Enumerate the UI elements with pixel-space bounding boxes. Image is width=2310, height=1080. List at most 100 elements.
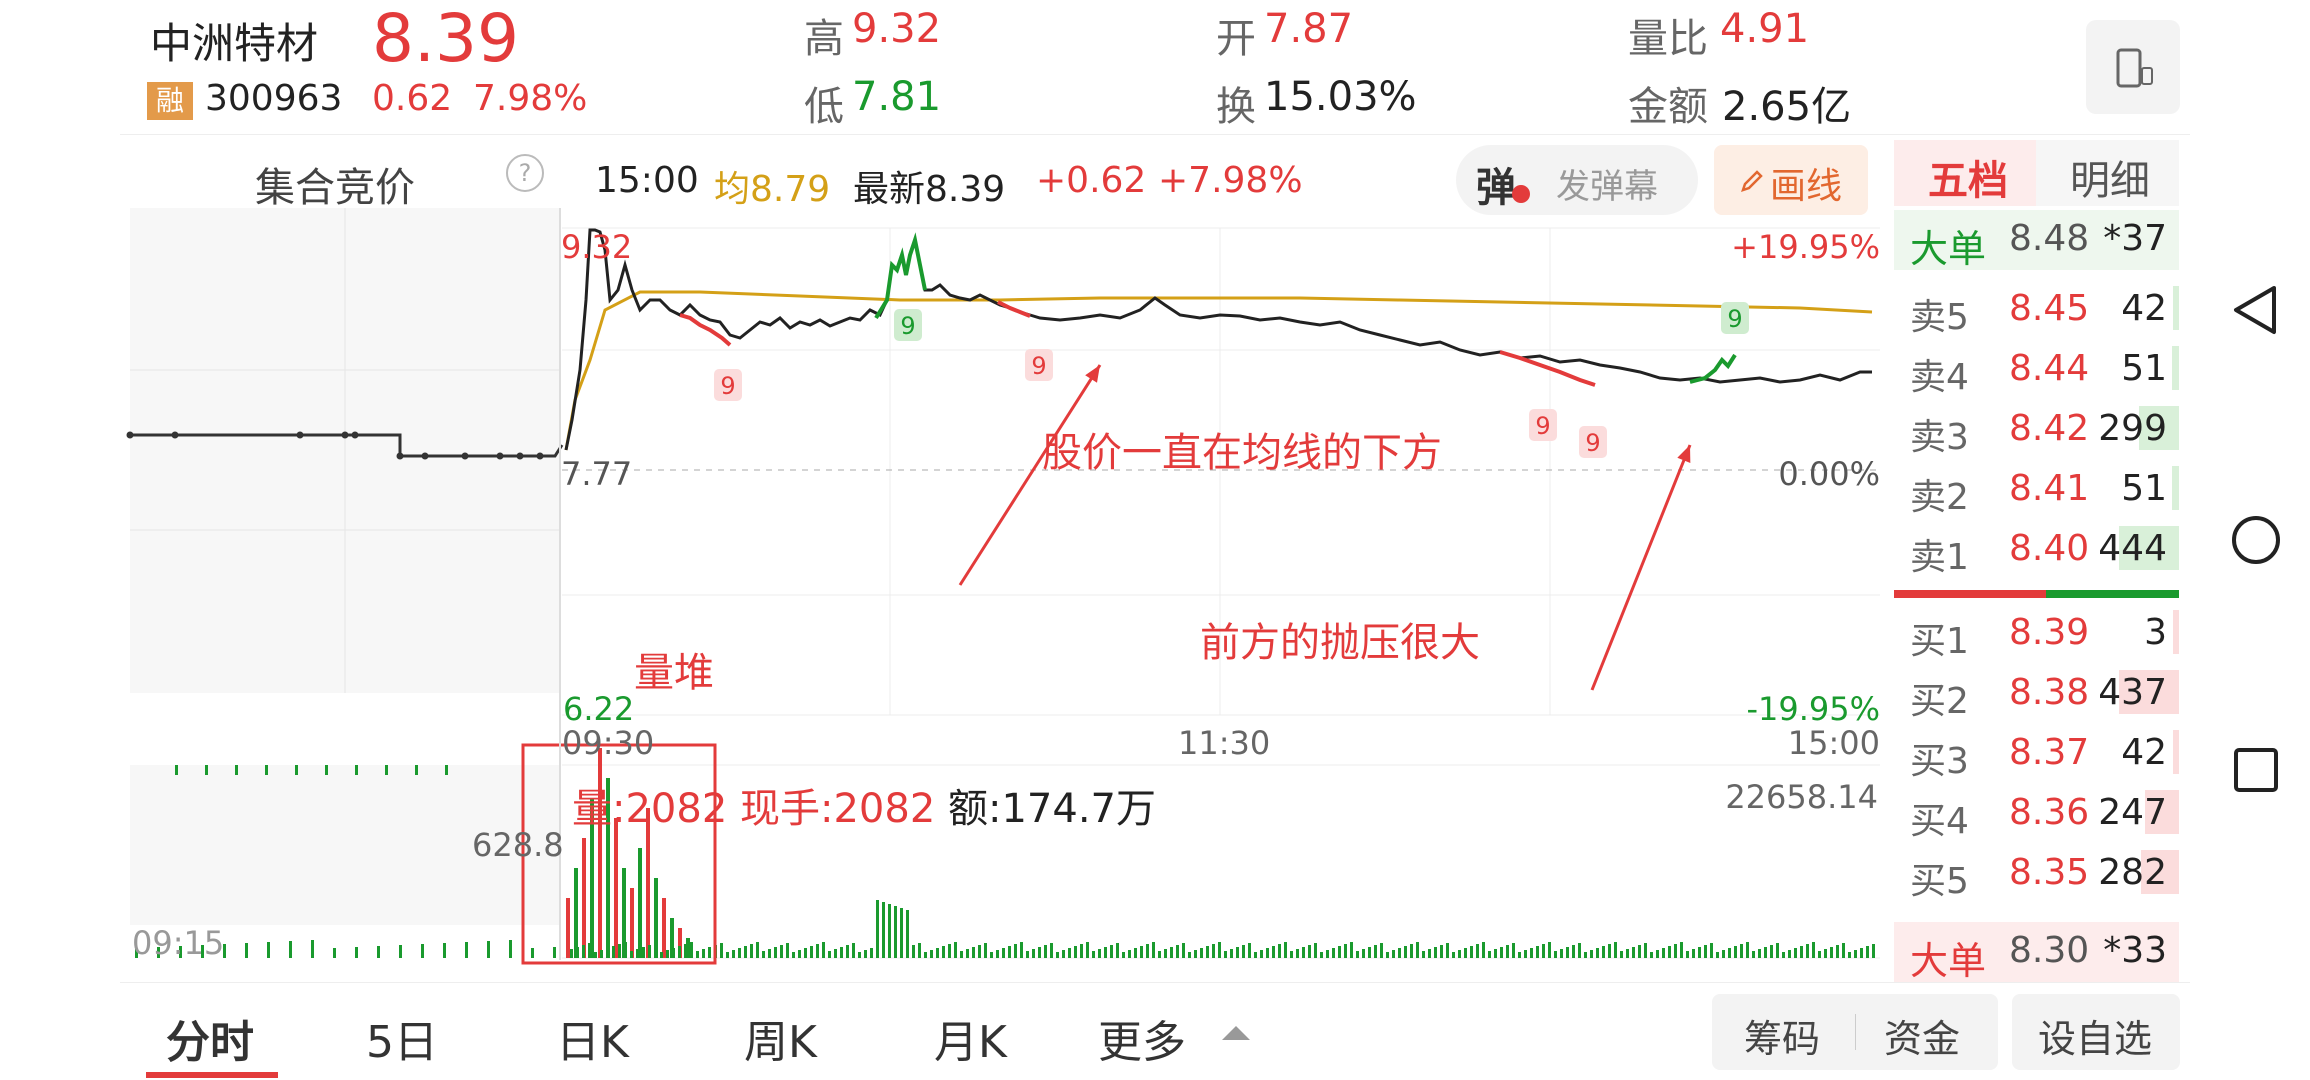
- volume-bar: [1518, 952, 1521, 958]
- add-watchlist-button[interactable]: 设自选: [2012, 994, 2180, 1070]
- volume-bar: [1080, 944, 1083, 958]
- ask-row-2: 卖3 8.42 299: [1894, 400, 2179, 458]
- volume-bar: [1266, 948, 1269, 958]
- volume-bar: [1254, 952, 1257, 958]
- volume-bar: [1506, 945, 1509, 958]
- volume-bar: [1446, 943, 1449, 958]
- caret-up-icon[interactable]: [1222, 1026, 1250, 1040]
- volume-bar: [630, 951, 633, 958]
- annotation-arrow-2: [1590, 444, 1692, 691]
- volume-bar: [636, 949, 639, 958]
- volume-bar: [1038, 947, 1041, 958]
- volume-bar: [1020, 942, 1023, 958]
- volume-bar: [684, 944, 687, 958]
- tab-weekly-k[interactable]: 周K: [744, 1006, 817, 1070]
- volume-bar: [1668, 946, 1671, 958]
- landscape-toggle-button[interactable]: [2086, 20, 2180, 114]
- volume-bar: [1158, 951, 1161, 958]
- auction-volume-label: 628.8: [472, 826, 564, 864]
- volume-bar: [1008, 946, 1011, 958]
- volume-bar: [792, 952, 795, 958]
- volume-amount-value: 额:174.7万: [948, 786, 1156, 832]
- current-hand-value: 现手:2082: [740, 786, 936, 832]
- price-line-green-segment: [874, 232, 927, 320]
- volume-bar: [1194, 950, 1197, 958]
- bid-row-2: 买3 8.37 42: [1894, 724, 2179, 782]
- volume-bar: [1002, 948, 1005, 958]
- volume-bar: [1530, 948, 1533, 958]
- chips-funds-group: 筹码 资金: [1712, 994, 1998, 1070]
- volume-bar: [1608, 944, 1611, 958]
- volume-bar: [588, 943, 591, 958]
- volume-bar: [1554, 951, 1557, 958]
- volume-bar: [1014, 944, 1017, 958]
- volume-bar: [1596, 948, 1599, 958]
- auction-volume-tick: [175, 765, 178, 775]
- home-nav-icon[interactable]: [2226, 510, 2286, 570]
- auction-volume-bar: [421, 944, 424, 958]
- volume-bar: [600, 950, 603, 958]
- volume-bar: [1212, 944, 1215, 958]
- volume-bar: [1350, 942, 1353, 958]
- volume-bar: [1788, 950, 1791, 958]
- volume-bar: [804, 948, 807, 958]
- volume-bar: [1476, 944, 1479, 958]
- volume-bar: [1776, 943, 1779, 958]
- volume-bar: [1758, 949, 1761, 958]
- tab-five-level[interactable]: 五档: [1894, 140, 2036, 206]
- signal-9-label: 9: [1535, 412, 1550, 440]
- volume-bar: [614, 818, 618, 958]
- volume-bar: [816, 944, 819, 958]
- volume-bar: [1866, 946, 1869, 958]
- volume-bar: [780, 945, 783, 958]
- volume-bar: [732, 950, 735, 958]
- annotation-pressure: 前方的抛压很大: [1200, 620, 1480, 666]
- volume-bar: [1452, 952, 1455, 958]
- volume-bar: [660, 952, 663, 958]
- volume-value: 量:2082: [572, 786, 728, 832]
- volume-bar: [1542, 944, 1545, 958]
- volume-bar: [648, 945, 651, 958]
- volume-bar: [594, 952, 597, 958]
- chips-button[interactable]: 筹码: [1744, 1008, 1820, 1063]
- tab-intraday[interactable]: 分时: [166, 1006, 254, 1070]
- funds-button[interactable]: 资金: [1884, 1008, 1960, 1063]
- auction-volume-bar: [311, 940, 314, 958]
- volume-bar: [1716, 952, 1719, 958]
- tab-monthly-k[interactable]: 月K: [934, 1006, 1007, 1070]
- tab-more[interactable]: 更多: [1098, 1006, 1186, 1070]
- volume-bar: [1824, 949, 1827, 958]
- signal-9-label: 9: [1585, 429, 1600, 457]
- volume-bar: [1692, 949, 1695, 958]
- volume-bar: [1422, 951, 1425, 958]
- back-nav-icon[interactable]: [2226, 280, 2286, 340]
- volume-bar: [864, 950, 867, 958]
- tab-5day[interactable]: 5日: [366, 1006, 438, 1070]
- volume-bar: [1170, 947, 1173, 958]
- volume-bar: [1872, 944, 1875, 958]
- recents-nav-icon[interactable]: [2226, 740, 2286, 800]
- auction-volume-bar: [487, 941, 490, 958]
- volume-bar: [1590, 950, 1593, 958]
- volume-bar: [1770, 945, 1773, 958]
- volume-bar: [1110, 945, 1113, 958]
- volume-bar: [1458, 950, 1461, 958]
- tab-detail[interactable]: 明细: [2036, 140, 2179, 206]
- rotate-screen-icon: [2116, 48, 2153, 88]
- volume-bar: [1830, 947, 1833, 958]
- volume-bar: [1746, 942, 1749, 958]
- ask-depth-bar: [2172, 466, 2179, 510]
- volume-bar: [876, 900, 879, 958]
- volume-bar: [1638, 945, 1641, 958]
- volume-bar: [696, 951, 699, 958]
- volume-bar: [1728, 948, 1731, 958]
- volume-bar: [1356, 951, 1359, 958]
- volume-bar: [1338, 946, 1341, 958]
- volume-bar: [930, 950, 933, 958]
- volume-bar: [726, 952, 729, 958]
- tab-daily-k[interactable]: 日K: [556, 1006, 629, 1070]
- volume-bar: [858, 952, 861, 958]
- intraday-chart[interactable]: 9 9 9 9 9 9: [0, 0, 1890, 980]
- volume-bar: [1182, 943, 1185, 958]
- volume-bar: [1428, 949, 1431, 958]
